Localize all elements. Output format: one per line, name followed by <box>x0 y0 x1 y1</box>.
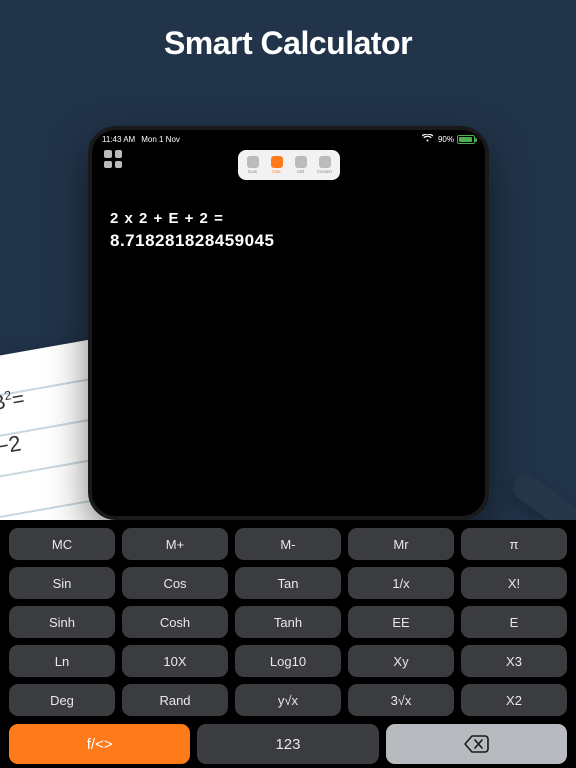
paper-line-1: A+B2= <box>0 373 100 421</box>
keypad-row: DegRandy√x3√xX2 <box>9 684 567 716</box>
key-mr[interactable]: Mr <box>348 528 454 560</box>
status-time: 11:43 AM <box>102 135 135 144</box>
key-deg[interactable]: Deg <box>9 684 115 716</box>
mode-tab-convert[interactable]: Convert <box>313 153 337 177</box>
key-10x[interactable]: 10X <box>122 645 228 677</box>
key-cosh[interactable]: Cosh <box>122 606 228 638</box>
calc-icon <box>271 156 283 168</box>
key-sin[interactable]: Sin <box>9 567 115 599</box>
keypad-bottom-row: f/<> 123 <box>9 724 567 764</box>
mode-tab-scan[interactable]: Scan <box>241 153 265 177</box>
scan-icon <box>247 156 259 168</box>
key-x[interactable]: X! <box>461 567 567 599</box>
convert-icon <box>319 156 331 168</box>
keypad: MCM+M-MrπSinCosTan1/xX!SinhCoshTanhEEELn… <box>0 520 576 768</box>
key-log10[interactable]: Log10 <box>235 645 341 677</box>
numeric-mode-button[interactable]: 123 <box>197 724 378 764</box>
key-e[interactable]: E <box>461 606 567 638</box>
tablet-device: 11:43 AM Mon 1 Nov 90% Scan Calc Unit Conve… <box>88 126 489 520</box>
key-m[interactable]: M- <box>235 528 341 560</box>
battery-icon: 90% <box>438 135 475 144</box>
calc-result: 8.718281828459045 <box>110 231 467 251</box>
key-mc[interactable]: MC <box>9 528 115 560</box>
key-cos[interactable]: Cos <box>122 567 228 599</box>
status-date: Mon 1 Nov <box>141 135 180 144</box>
keypad-row: SinhCoshTanhEEE <box>9 606 567 638</box>
app-grid-icon[interactable] <box>104 150 122 168</box>
wifi-icon <box>422 134 433 144</box>
backspace-button[interactable] <box>386 724 567 764</box>
calc-display: 2 x 2 + E + 2 = 8.718281828459045 <box>92 184 485 277</box>
mode-tabs: Scan Calc Unit Convert <box>238 150 340 180</box>
status-bar: 11:43 AM Mon 1 Nov 90% <box>92 130 485 146</box>
page-title: Smart Calculator <box>0 25 576 62</box>
keypad-row: MCM+M-Mrπ <box>9 528 567 560</box>
key-ln[interactable]: Ln <box>9 645 115 677</box>
key-xy[interactable]: Xy <box>348 645 454 677</box>
calc-expression: 2 x 2 + E + 2 = <box>110 210 467 227</box>
keypad-row: SinCosTan1/xX! <box>9 567 567 599</box>
mode-tab-label: Scan <box>248 169 258 174</box>
key-x2[interactable]: X2 <box>461 684 567 716</box>
key-1x[interactable]: 1/x <box>348 567 454 599</box>
key-ee[interactable]: EE <box>348 606 454 638</box>
key-yx[interactable]: y√x <box>235 684 341 716</box>
func-mode-button[interactable]: f/<> <box>9 724 190 764</box>
battery-text: 90% <box>438 135 454 144</box>
key-rand[interactable]: Rand <box>122 684 228 716</box>
key-x3[interactable]: X3 <box>461 645 567 677</box>
mode-tab-label: Calc <box>272 169 280 174</box>
mode-tab-label: Unit <box>297 169 304 174</box>
key-tan[interactable]: Tan <box>235 567 341 599</box>
mode-tab-calc[interactable]: Calc <box>265 153 289 177</box>
key-[interactable]: π <box>461 528 567 560</box>
mode-tab-label: Convert <box>317 169 332 174</box>
keypad-row: Ln10XLog10XyX3 <box>9 645 567 677</box>
key-m[interactable]: M+ <box>122 528 228 560</box>
key-tanh[interactable]: Tanh <box>235 606 341 638</box>
key-sinh[interactable]: Sinh <box>9 606 115 638</box>
mode-tab-unit[interactable]: Unit <box>289 153 313 177</box>
key-3x[interactable]: 3√x <box>348 684 454 716</box>
unit-icon <box>295 156 307 168</box>
